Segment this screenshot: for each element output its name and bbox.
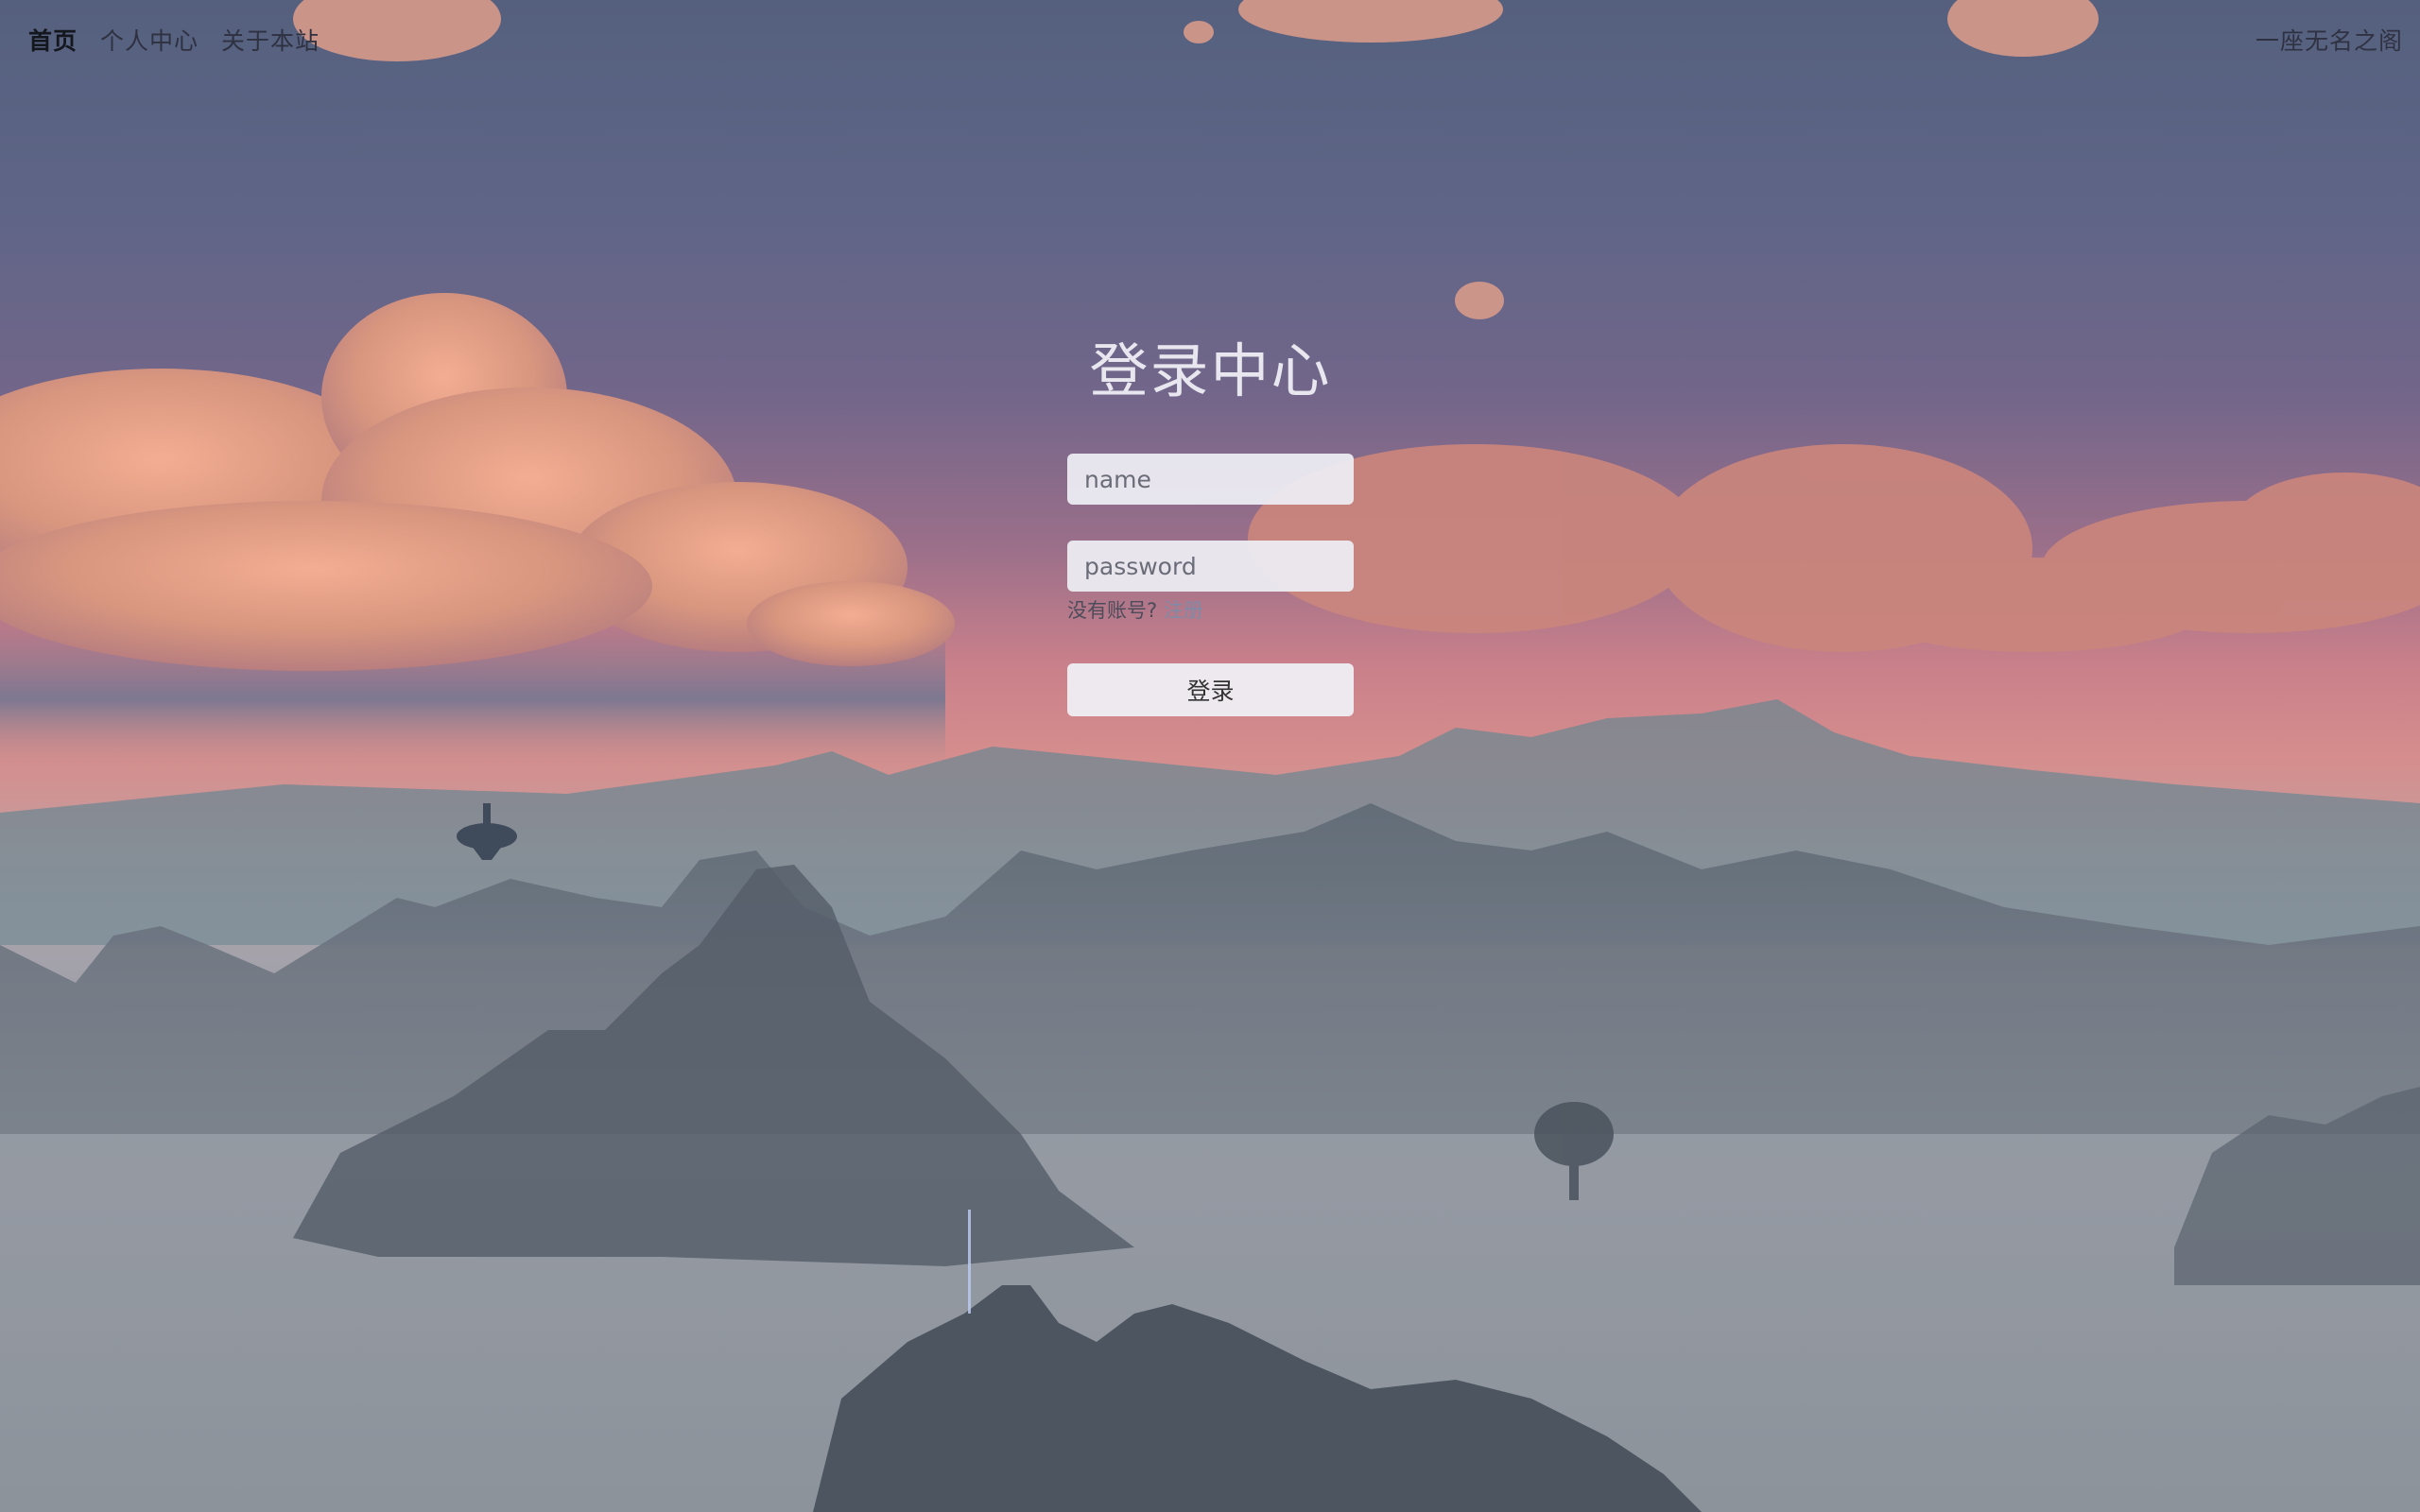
register-hint: 没有账号? 注册 [1067, 595, 1354, 624]
cloud-top [293, 0, 2099, 319]
cloud-right [1248, 444, 2420, 652]
nav-profile[interactable]: 个人中心 [100, 23, 199, 57]
site-name: 一座无名之阁 [2255, 27, 2403, 55]
no-account-text: 没有账号? [1067, 599, 1158, 622]
name-input[interactable] [1067, 454, 1354, 505]
login-page: 首页 个人中心 关于本站 一座无名之阁 登录中心 没有账号? 注册 登录 [0, 0, 2420, 1512]
cloud-left [0, 293, 955, 671]
top-navigation: 首页 个人中心 关于本站 [28, 23, 320, 57]
login-button[interactable]: 登录 [1067, 663, 1354, 716]
light-beam [968, 1210, 971, 1314]
nav-home[interactable]: 首页 [28, 23, 78, 57]
background-landscape [0, 0, 2420, 1512]
login-title: 登录中心 [1089, 336, 1332, 405]
nav-about[interactable]: 关于本站 [221, 23, 320, 57]
password-field-wrap [1067, 541, 1354, 592]
register-link[interactable]: 注册 [1164, 599, 1203, 622]
password-input[interactable] [1067, 541, 1354, 592]
login-form: 登录中心 没有账号? 注册 登录 [1067, 329, 1354, 716]
